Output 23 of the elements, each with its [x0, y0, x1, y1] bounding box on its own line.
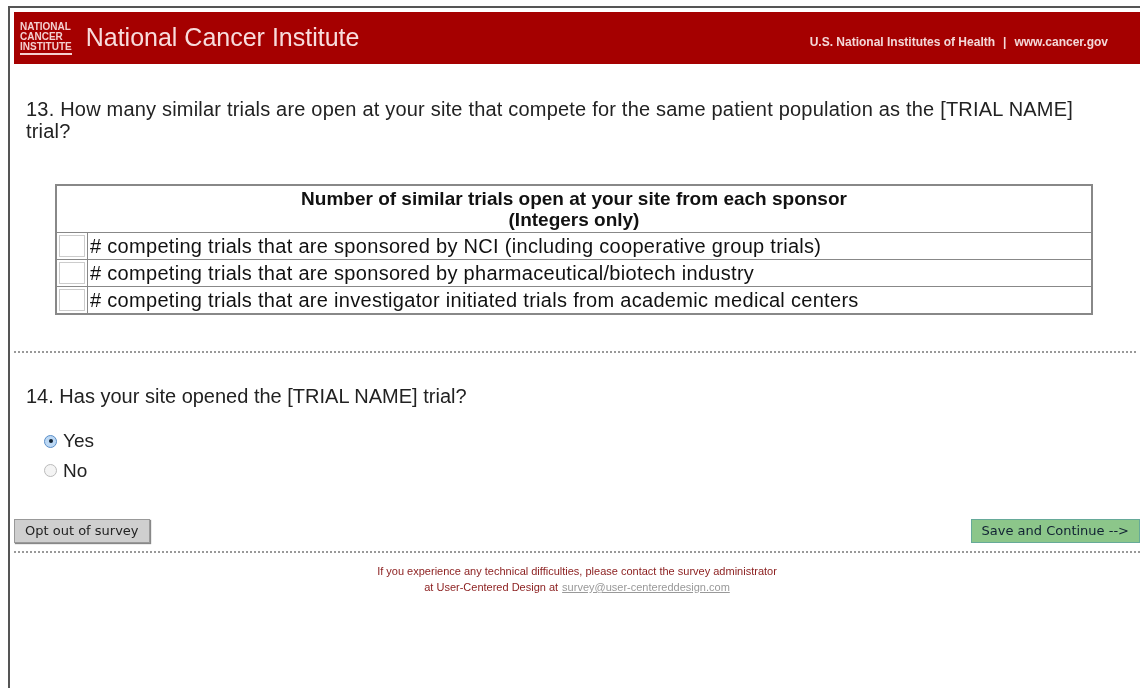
number-input-field[interactable]: [59, 235, 85, 257]
separator: |: [1003, 34, 1007, 51]
site-link[interactable]: www.cancer.gov: [1014, 33, 1108, 51]
logo: NATIONAL CANCER INSTITUTE: [20, 21, 72, 55]
question-text: 14. Has your site opened the [TRIAL NAME] trial?: [26, 384, 468, 409]
opt-out-button[interactable]: Opt out of survey: [14, 519, 150, 543]
footer-text: at User-Centered Design at: [424, 580, 559, 595]
option-label: Yes: [63, 429, 94, 453]
radio-button[interactable]: [44, 464, 57, 478]
row-label: # competing trials that are sponsored by NCI (including cooperative group trials): [90, 235, 822, 257]
number-input-field[interactable]: [59, 262, 85, 284]
save-and-continue-button[interactable]: Save and Continue -->: [970, 519, 1140, 543]
radio-button[interactable]: [44, 434, 57, 448]
row-label: # competing trials that are sponsored by pharmaceutical/biotech industry: [90, 262, 755, 284]
table-subheading: (Integers only): [507, 209, 641, 230]
site-title: National Cancer Institute: [85, 22, 360, 54]
number-input-field[interactable]: [59, 289, 85, 311]
question-text: 13. How many similar trials are open at your site that compete for the same patient population as the [TRIAL NAME] trial?: [26, 98, 1074, 142]
footer-text: If you experience any technical difficulties, please contact the survey administrator: [377, 564, 777, 579]
nih-link[interactable]: U.S. National Institutes of Health: [809, 33, 996, 51]
table-heading: Number of similar trials open at your site from each sponsor: [300, 188, 848, 209]
option-label: No: [63, 458, 88, 483]
row-label: # competing trials that are investigator initiated trials from academic medical centers: [90, 289, 859, 311]
